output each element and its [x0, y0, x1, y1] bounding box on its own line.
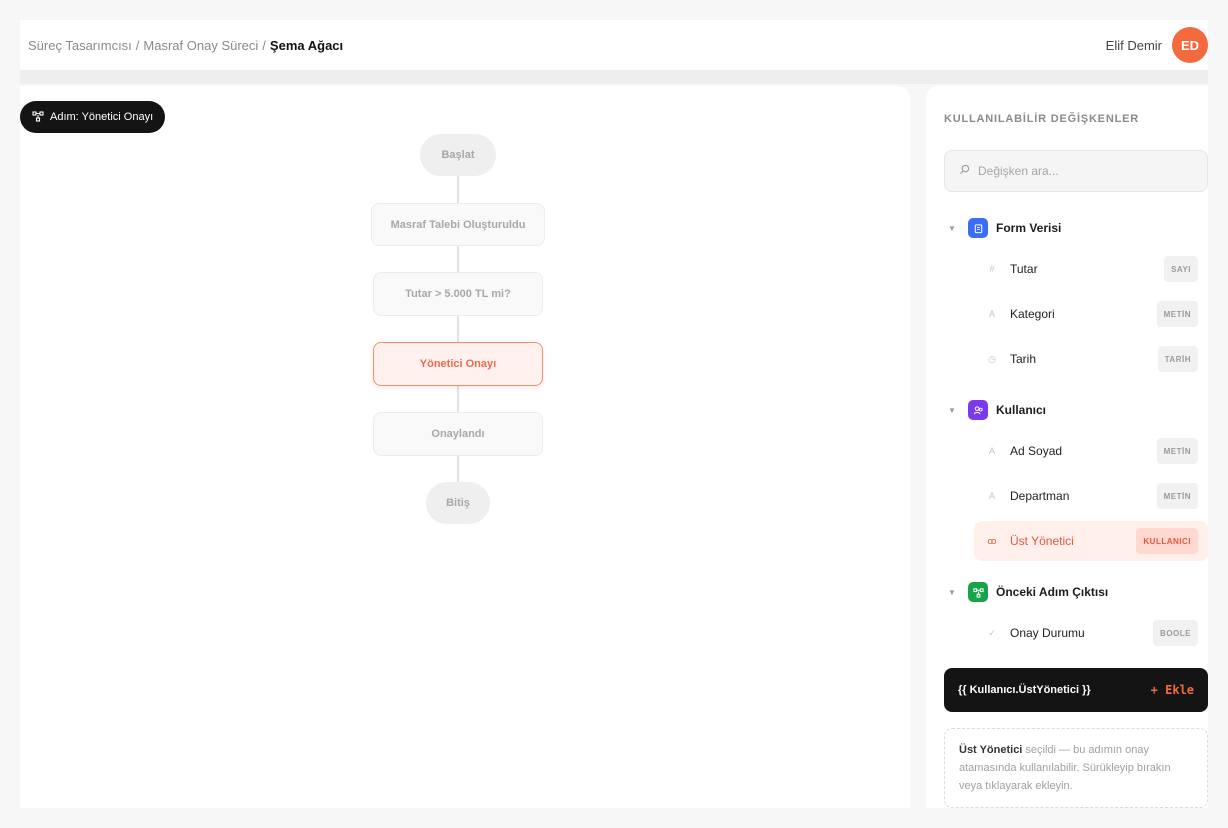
flow-node-start[interactable]: Başlat	[420, 134, 496, 176]
flow-icon	[32, 110, 44, 125]
variable-item-approval-status[interactable]: ✓ Onay Durumu BOOLE	[974, 613, 1208, 653]
user-menu[interactable]: Elif Demir ED	[1106, 27, 1208, 63]
flow-canvas[interactable]: Başlat Masraf Talebi Oluşturuldu Tutar >…	[20, 86, 910, 808]
clipboard-icon	[968, 218, 988, 238]
expression-code: {{ Kullanıcı.ÜstYönetici }}	[958, 684, 1091, 696]
current-step-badge: Adım: Yönetici Onayı	[20, 101, 166, 133]
add-button[interactable]: + Ekle	[1151, 683, 1194, 697]
variable-item-category[interactable]: A Kategori METİN	[974, 294, 1208, 334]
variable-search[interactable]	[944, 150, 1208, 192]
top-bar: Süreç Tasarımcısı / Masraf Onay Süreci /…	[20, 20, 1208, 70]
group-label: Form Verisi	[996, 221, 1062, 235]
group-user[interactable]: ▼ Kullanıcı	[944, 398, 1046, 422]
text-icon: A	[988, 446, 995, 456]
variable-item-department[interactable]: A Departman METİN	[974, 476, 1208, 516]
variable-name: Departman	[1010, 489, 1070, 503]
user-name: Elif Demir	[1105, 37, 1162, 53]
header-divider	[20, 70, 1208, 84]
chevron-down-icon[interactable]: ▼	[944, 406, 960, 415]
breadcrumb: Süreç Tasarımcısı / Masraf Onay Süreci /…	[28, 38, 343, 53]
search-input[interactable]	[978, 164, 1198, 178]
flow-node-end[interactable]: Bitiş	[426, 482, 490, 524]
variable-name: Tarih	[1010, 352, 1037, 366]
variable-name: Ad Soyad	[1010, 444, 1063, 458]
type-badge: KULLANICI	[1136, 528, 1198, 554]
group-label: Önceki Adım Çıktısı	[996, 585, 1109, 599]
type-badge: METİN	[1156, 301, 1198, 327]
type-badge: METİN	[1156, 483, 1198, 509]
search-icon	[959, 162, 970, 180]
breadcrumb-item-process-designer[interactable]: Süreç Tasarımcısı	[28, 38, 132, 53]
type-badge: BOOLE	[1153, 620, 1198, 646]
flow-diagram: Başlat Masraf Talebi Oluşturuldu Tutar >…	[20, 86, 910, 808]
connector-line	[457, 456, 459, 484]
flow-node-approved[interactable]: Onaylandı	[373, 412, 543, 456]
variable-name: Tutar	[1010, 262, 1038, 276]
flow-node-expense-created[interactable]: Masraf Talebi Oluşturuldu	[371, 203, 545, 246]
type-badge: TARİH	[1157, 346, 1198, 372]
variable-item-full-name[interactable]: A Ad Soyad METİN	[974, 431, 1208, 471]
panel-title: KULLANILABİLİR DEĞİŞKENLER	[944, 113, 1139, 125]
connector-line	[457, 316, 459, 342]
expression-bar: {{ Kullanıcı.ÜstYönetici }} + Ekle	[944, 668, 1208, 712]
flow-node-manager-approval[interactable]: Yönetici Onayı	[373, 342, 543, 386]
variable-item-amount[interactable]: # Tutar SAYI	[974, 249, 1208, 289]
flow-icon	[968, 582, 988, 602]
users-icon: ꝏ	[987, 535, 997, 546]
clock-icon: ◷	[988, 353, 996, 364]
breadcrumb-current: Şema Ağacı	[269, 37, 344, 53]
check-icon: ✓	[988, 627, 996, 638]
variable-item-manager[interactable]: ꝏ Üst Yönetici KULLANICI	[974, 521, 1208, 561]
connector-line	[457, 386, 459, 412]
type-badge: METİN	[1156, 438, 1198, 464]
group-label: Kullanıcı	[996, 403, 1047, 417]
group-previous-step-output[interactable]: ▼ Önceki Adım Çıktısı	[944, 580, 1108, 604]
connector-line	[457, 246, 459, 272]
avatar[interactable]: ED	[1172, 27, 1208, 63]
users-icon	[968, 400, 988, 420]
connector-line	[457, 176, 459, 204]
breadcrumb-separator: /	[135, 37, 140, 53]
variable-item-date[interactable]: ◷ Tarih TARİH	[974, 339, 1208, 379]
variable-name: Kategori	[1010, 307, 1055, 321]
hint-box: Üst Yönetici seçildi — bu adımın onay at…	[944, 728, 1208, 808]
chevron-down-icon[interactable]: ▼	[944, 588, 960, 597]
variable-name: Üst Yönetici	[1010, 534, 1074, 548]
variables-panel: KULLANILABİLİR DEĞİŞKENLER ▼ Form Verisi…	[926, 86, 1208, 808]
text-icon: A	[988, 491, 995, 501]
hint-highlight: Üst Yönetici	[959, 744, 1023, 756]
hash-icon: #	[989, 264, 995, 274]
breadcrumb-item-expense-process[interactable]: Masraf Onay Süreci	[143, 38, 258, 53]
text-icon: A	[988, 309, 995, 319]
group-form-data[interactable]: ▼ Form Verisi	[944, 216, 1061, 240]
step-badge-label: Adım: Yönetici Onayı	[50, 111, 154, 123]
type-badge: SAYI	[1164, 256, 1198, 282]
flow-node-amount-decision[interactable]: Tutar > 5.000 TL mi?	[373, 272, 543, 316]
breadcrumb-separator: /	[262, 37, 266, 53]
chevron-down-icon[interactable]: ▼	[944, 224, 960, 233]
variable-name: Onay Durumu	[1010, 626, 1085, 640]
